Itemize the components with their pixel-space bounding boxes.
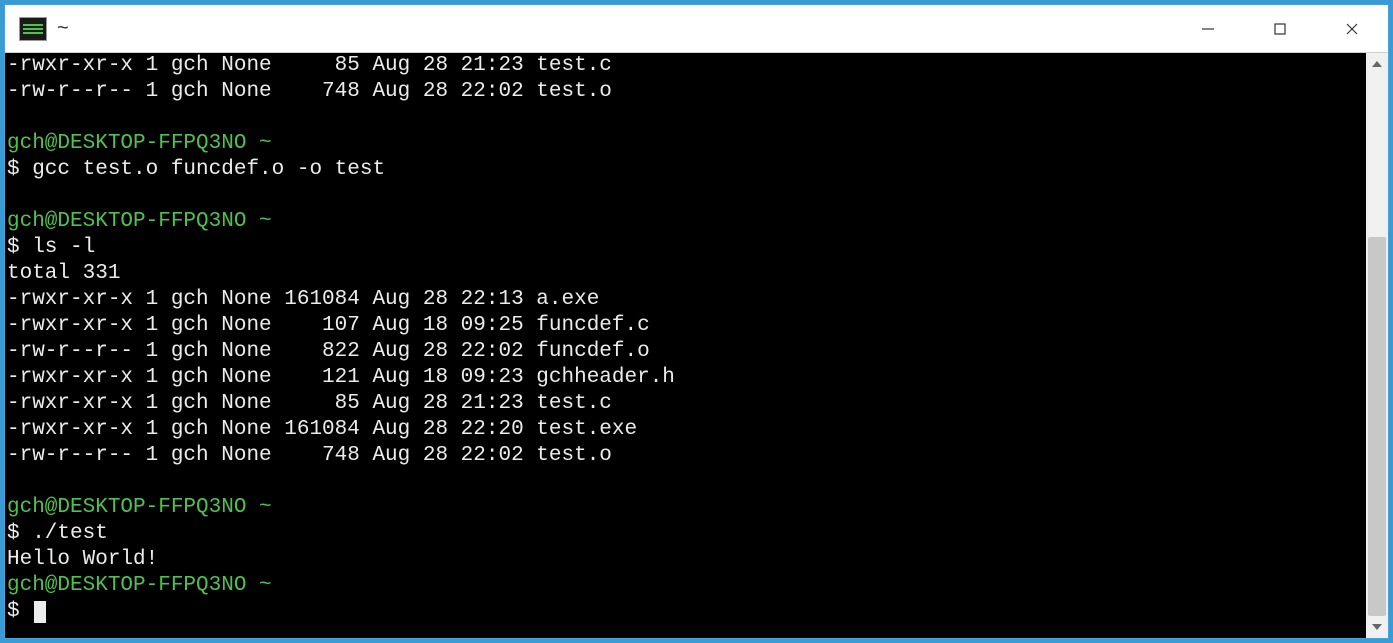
terminal-line: -rwxr-xr-x 1 gch None 161084 Aug 28 22:1… <box>7 287 1364 313</box>
terminal-output[interactable]: -rwxr-xr-x 1 gch None 85 Aug 28 21:23 te… <box>5 53 1366 638</box>
maximize-button[interactable] <box>1244 5 1316 52</box>
terminal-line: gch@DESKTOP-FFPQ3NO ~ <box>7 209 1364 235</box>
terminal-line: -rw-r--r-- 1 gch None 822 Aug 28 22:02 f… <box>7 339 1364 365</box>
scrollbar[interactable] <box>1366 53 1388 638</box>
terminal-line: -rw-r--r-- 1 gch None 748 Aug 28 22:02 t… <box>7 79 1364 105</box>
terminal-line <box>7 183 1364 209</box>
terminal-line: gch@DESKTOP-FFPQ3NO ~ <box>7 495 1364 521</box>
app-icon <box>19 17 47 41</box>
terminal-line <box>7 469 1364 495</box>
terminal-line: $ ./test <box>7 521 1364 547</box>
terminal-line: $ <box>7 599 1364 625</box>
terminal-line <box>7 105 1364 131</box>
terminal-line: Hello World! <box>7 547 1364 573</box>
terminal-window: ~ -rwxr-xr-x 1 gch None 85 Aug 28 21:23 … <box>4 4 1389 639</box>
terminal-line: total 331 <box>7 261 1364 287</box>
terminal-line: -rw-r--r-- 1 gch None 748 Aug 28 22:02 t… <box>7 443 1364 469</box>
terminal-line: -rwxr-xr-x 1 gch None 121 Aug 18 09:23 g… <box>7 365 1364 391</box>
content-area: -rwxr-xr-x 1 gch None 85 Aug 28 21:23 te… <box>5 53 1388 638</box>
minimize-icon <box>1200 21 1216 37</box>
terminal-line: gch@DESKTOP-FFPQ3NO ~ <box>7 573 1364 599</box>
close-icon <box>1344 21 1360 37</box>
terminal-line: -rwxr-xr-x 1 gch None 85 Aug 28 21:23 te… <box>7 391 1364 417</box>
scroll-thumb[interactable] <box>1368 237 1386 616</box>
window-controls <box>1172 5 1388 52</box>
scroll-up-arrow-icon[interactable] <box>1366 53 1388 75</box>
terminal-line: -rwxr-xr-x 1 gch None 85 Aug 28 21:23 te… <box>7 53 1364 79</box>
titlebar[interactable]: ~ <box>5 5 1388 53</box>
close-button[interactable] <box>1316 5 1388 52</box>
maximize-icon <box>1272 21 1288 37</box>
shell-prompt: gch@DESKTOP-FFPQ3NO ~ <box>7 132 272 155</box>
terminal-line: -rwxr-xr-x 1 gch None 161084 Aug 28 22:2… <box>7 417 1364 443</box>
terminal-line: -rwxr-xr-x 1 gch None 107 Aug 18 09:25 f… <box>7 313 1364 339</box>
terminal-line: gch@DESKTOP-FFPQ3NO ~ <box>7 131 1364 157</box>
terminal-line: $ gcc test.o funcdef.o -o test <box>7 157 1364 183</box>
cursor <box>34 601 46 623</box>
shell-prompt: gch@DESKTOP-FFPQ3NO ~ <box>7 496 272 519</box>
scroll-down-arrow-icon[interactable] <box>1366 616 1388 638</box>
scroll-track[interactable] <box>1366 75 1388 616</box>
shell-prompt: gch@DESKTOP-FFPQ3NO ~ <box>7 210 272 233</box>
terminal-line: $ ls -l <box>7 235 1364 261</box>
window-title: ~ <box>57 17 69 40</box>
minimize-button[interactable] <box>1172 5 1244 52</box>
shell-prompt: gch@DESKTOP-FFPQ3NO ~ <box>7 574 272 597</box>
